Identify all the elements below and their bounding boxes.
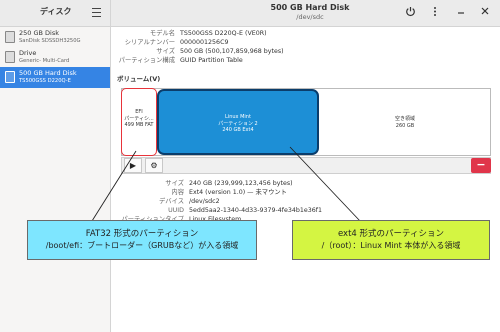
info-value: TS500GSS D220Q-E (VE0R) [180,30,267,37]
info-value: 240 GB (239,999,123,456 bytes) [189,180,293,187]
header-bar: ディスク 500 GB Hard Disk /dev/sdc [0,0,500,27]
play-icon: ▶ [129,161,137,170]
info-value: 5edd5aa2-1340-4d33-9379-4fe34b1e36f1 [189,207,322,214]
partition-linux-mint[interactable]: Linux Mint パーティション 2 240 GB Ext4 [157,89,319,155]
window-subtitle: /dev/sdc [296,13,324,21]
info-value: 500 GB (500,107,859,968 bytes) [180,48,284,55]
info-key: パーティション構成 [118,57,175,64]
minimize-icon[interactable] [454,6,468,20]
more-options-icon[interactable] [428,6,442,20]
info-key: サイズ [156,48,175,55]
disk-info: モデル名 TS500GSS D220Q-E (VE0R) シリアルナンバー 00… [110,30,490,70]
info-value: 0000001256C9 [180,39,229,46]
hamburger-menu-icon[interactable] [92,8,101,17]
free-space[interactable]: 空き領域 260 GB [320,89,490,155]
info-key: UUID [168,207,184,214]
info-key: デバイス [159,198,184,205]
efi-highlight-box [121,88,157,156]
info-value: Ext4 (version 1.0) — 未マウント [189,189,287,196]
close-icon[interactable] [478,6,492,20]
sidebar-item-drive[interactable]: Drive Generic- Multi-Card [0,47,110,68]
partition-label: 240 GB Ext4 [222,127,254,133]
disk-icon [5,31,15,43]
delete-partition-button[interactable]: − [471,158,491,173]
info-value: /dev/sdc2 [189,198,220,205]
sidebar-title: ディスク [40,7,72,16]
sidebar-item-sublabel: TS500GSS D220Q-E [19,78,71,84]
gear-icon: ⚙ [150,161,158,170]
disks-window: ディスク 500 GB Hard Disk /dev/sdc 250 GB Di… [0,0,500,332]
callout-description: /（root）：Linux Mint 本体が入る領域 [321,241,461,250]
disk-icon [5,71,15,83]
window-title-block: 500 GB Hard Disk /dev/sdc [180,2,440,22]
callout-title: FAT32 形式のパーティション [85,229,199,239]
callout-description: /boot/efi：ブートローダー（GRUBなど）が入る領域 [45,241,239,250]
sidebar-item-label: Drive [19,49,37,57]
power-icon[interactable] [403,6,417,20]
volumes-heading: ボリューム(V) [117,75,161,83]
ext4-callout: ext4 形式のパーティション /（root）：Linux Mint 本体が入る… [292,220,490,260]
partition-options-button[interactable]: ⚙ [145,158,163,173]
sidebar-item-250gb-disk[interactable]: 250 GB Disk SanDisk SDSSDH3250G [0,27,110,48]
sidebar-item-label: 250 GB Disk [19,29,59,37]
sidebar-item-500gb-hard-disk[interactable]: 500 GB Hard Disk TS500GSS D220Q-E [0,67,110,88]
info-key: 内容 [171,189,184,196]
sidebar: 250 GB Disk SanDisk SDSSDH3250G Drive Ge… [0,27,111,332]
volume-toolbar [121,157,491,174]
partition-label: 260 GB [395,122,415,129]
window-title: 500 GB Hard Disk [270,3,350,12]
callout-title: ext4 形式のパーティション [337,229,445,239]
sidebar-header: ディスク [0,0,111,26]
info-key: シリアルナンバー [124,39,175,46]
card-reader-icon [5,51,15,63]
mount-button[interactable]: ▶ [124,158,142,173]
minus-icon: − [476,158,486,171]
fat32-callout: FAT32 形式のパーティション /boot/efi：ブートローダー（GRUBな… [27,220,257,260]
info-value: GUID Partition Table [180,57,243,64]
sidebar-item-sublabel: Generic- Multi-Card [19,58,70,64]
info-key: サイズ [165,180,184,187]
sidebar-item-sublabel: SanDisk SDSSDH3250G [19,38,81,44]
info-key: モデル名 [149,30,175,37]
sidebar-item-label: 500 GB Hard Disk [19,69,77,77]
